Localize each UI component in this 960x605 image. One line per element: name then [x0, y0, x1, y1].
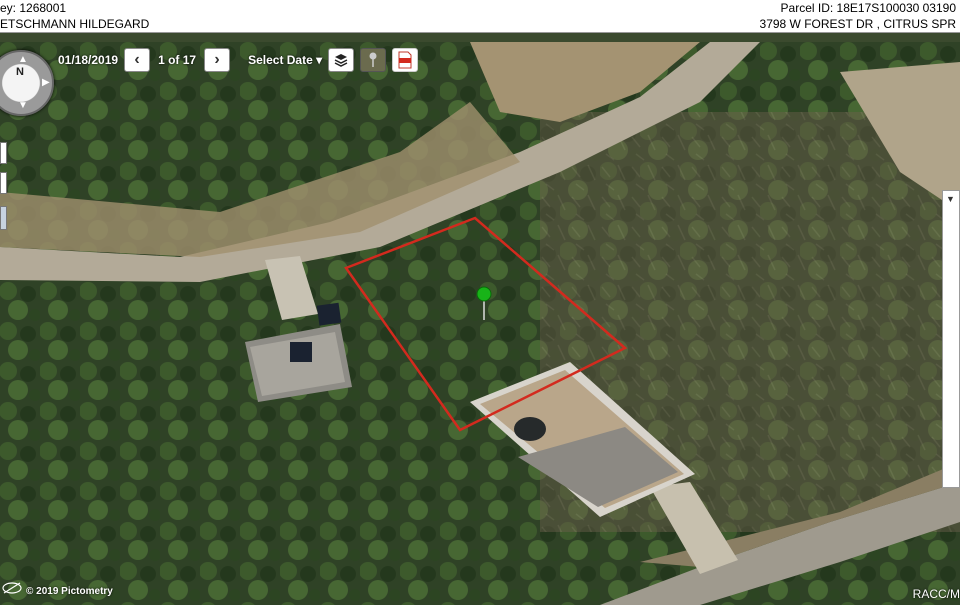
zoom-in-button[interactable] — [0, 142, 7, 164]
north-label: N — [16, 66, 24, 78]
property-address-label: 3798 W FOREST DR , CITRUS SPR — [759, 17, 956, 31]
parcel-marker[interactable] — [476, 286, 492, 302]
chevron-down-icon: ▼ — [946, 194, 955, 204]
chevron-right-icon: › — [214, 51, 220, 68]
previous-image-button[interactable]: ‹ — [124, 48, 151, 72]
header-line-2: ETSCHMANN HILDEGARD 3798 W FOREST DR , C… — [0, 16, 960, 33]
copyright-label: © 2019 Pictometry — [26, 586, 113, 597]
aerial-imagery — [0, 42, 960, 605]
map-toolbar: 01/18/2019 ‹ 1 of 17 › Select Date ▾ — [58, 48, 419, 72]
parcel-id-label: Parcel ID: 18E17S100030 03190 — [780, 1, 956, 15]
pan-up-icon[interactable]: ▲ — [18, 54, 28, 65]
layers-button[interactable] — [328, 48, 355, 72]
pan-down-icon[interactable]: ▼ — [18, 100, 28, 111]
watermark-label: RACC/M — [912, 587, 960, 601]
side-panel-toggle[interactable]: ▼ — [942, 190, 960, 488]
pushpin-button[interactable] — [360, 48, 387, 72]
pdf-icon — [398, 51, 412, 69]
parcel-key-label: ey: 1268001 — [0, 1, 67, 15]
pushpin-icon — [369, 52, 377, 67]
pdf-export-button[interactable] — [392, 48, 419, 72]
pan-right-icon[interactable]: ▶ — [42, 77, 50, 88]
owner-name-label: ETSCHMANN HILDEGARD — [0, 17, 150, 31]
chevron-left-icon: ‹ — [134, 51, 140, 68]
caret-down-icon: ▾ — [316, 53, 323, 67]
zoom-slider-handle[interactable] — [0, 206, 7, 230]
select-date-label: Select Date — [248, 53, 313, 67]
image-count-label: 1 of 17 — [158, 53, 197, 67]
zoom-out-button[interactable] — [0, 172, 7, 194]
pictometry-logo-icon — [2, 582, 22, 594]
imagery-date-label: 01/18/2019 — [58, 53, 119, 67]
select-date-dropdown[interactable]: Select Date ▾ — [248, 53, 322, 67]
aerial-map-view[interactable] — [0, 42, 960, 605]
header-line-1: ey: 1268001 Parcel ID: 18E17S100030 0319… — [0, 0, 960, 16]
layers-icon — [334, 54, 348, 67]
next-image-button[interactable]: › — [204, 48, 231, 72]
